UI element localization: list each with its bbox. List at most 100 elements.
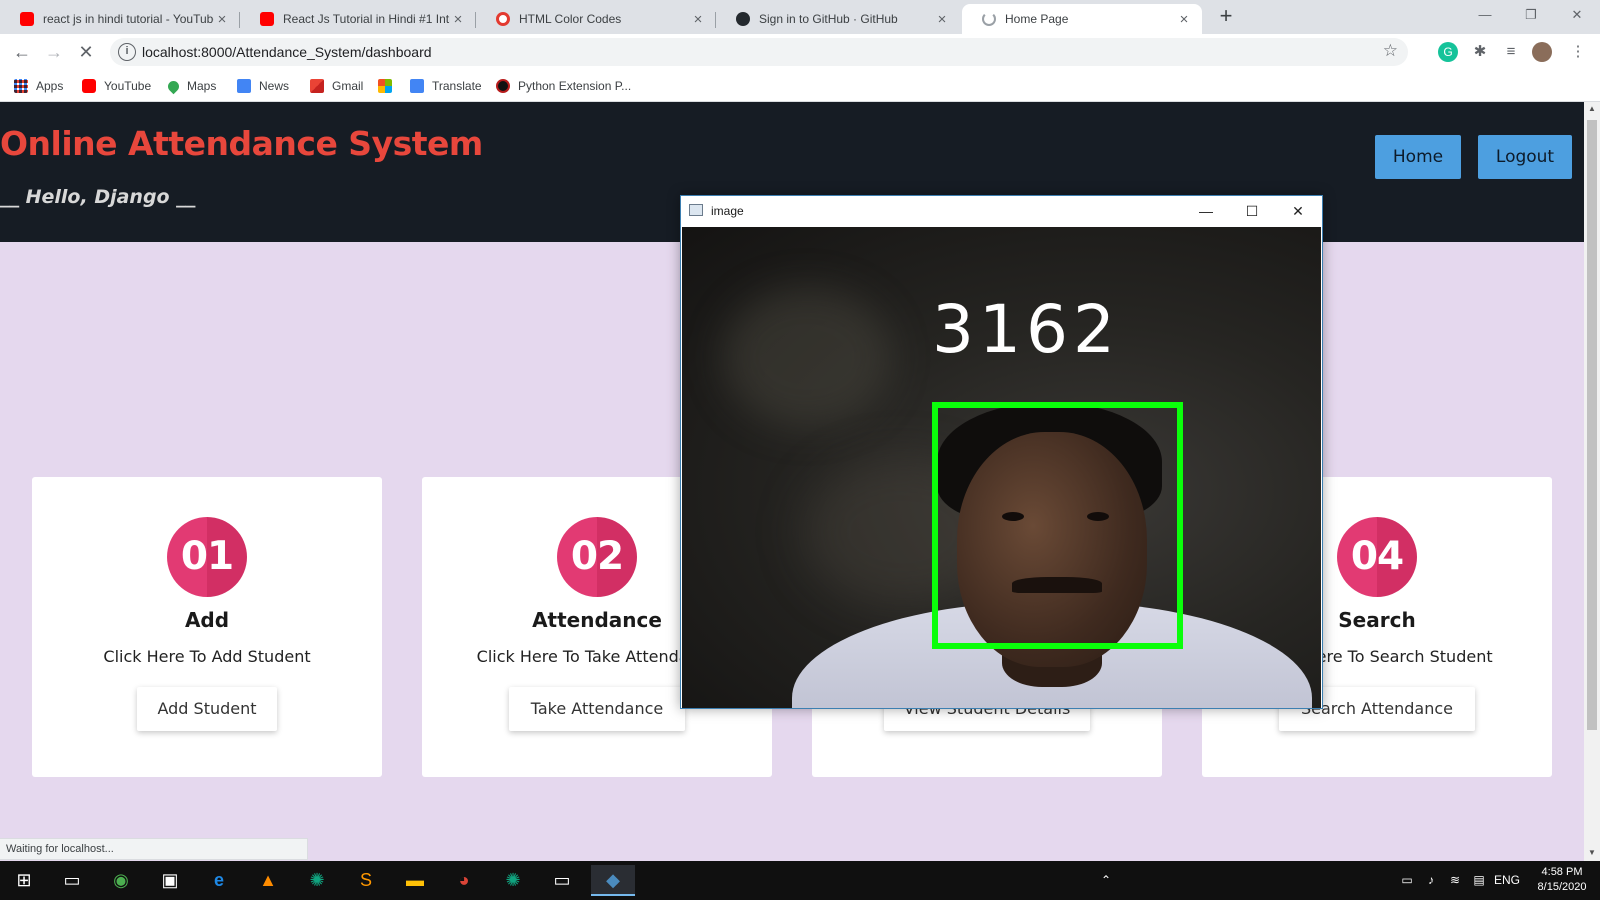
home-button[interactable]: Home [1375, 135, 1461, 179]
bookmark-label: Apps [36, 79, 64, 93]
bookmarks-bar: Apps YouTube Maps News Gmail Translate P… [0, 70, 1600, 102]
add-student-button[interactable]: Add Student [137, 687, 277, 731]
sublime-text-icon[interactable]: S [344, 865, 388, 896]
window-titlebar[interactable]: image — ☐ ✕ [681, 196, 1322, 226]
card-number-badge: 01 [167, 517, 247, 597]
extensions-puzzle-icon[interactable]: ✱ [1470, 42, 1490, 62]
youtube-icon [20, 12, 34, 26]
windows-start-icon[interactable]: ⊞ [2, 865, 46, 896]
webcam-frame: 3162 [682, 227, 1321, 708]
scroll-up-arrow-icon[interactable]: ▲ [1584, 104, 1600, 113]
url-text[interactable]: localhost:8000/Attendance_System/dashboa… [142, 44, 432, 60]
file-explorer-icon[interactable]: ▬ [393, 865, 437, 896]
profile-avatar-icon[interactable] [1532, 42, 1552, 62]
news-icon [237, 79, 251, 93]
store-icon[interactable]: ▣ [148, 865, 192, 896]
bookmark-gmail[interactable]: Gmail [310, 76, 363, 96]
close-tab-icon[interactable]: × [1176, 11, 1192, 28]
back-arrow-icon[interactable]: ← [8, 38, 36, 66]
screen: { "browser": { "tabs": [ {"title": "reac… [0, 0, 1600, 900]
apps-grid-icon [14, 79, 28, 93]
menu-kebab-icon[interactable]: ⋮ [1568, 42, 1588, 62]
bookmark-translate[interactable]: Translate [410, 76, 482, 96]
opera-icon [496, 12, 510, 26]
browser-tab[interactable]: HTML Color Codes × [476, 4, 716, 34]
card-title: Add [184, 608, 230, 632]
bookmark-news[interactable]: News [237, 76, 289, 96]
close-tab-icon[interactable]: × [450, 11, 466, 28]
wifi-icon[interactable]: ≋ [1444, 861, 1466, 900]
maps-app-icon[interactable]: ◉ [99, 865, 143, 896]
stop-loading-icon[interactable]: ✕ [72, 38, 100, 66]
browser-tab[interactable]: Sign in to GitHub · GitHub × [716, 4, 960, 34]
volume-icon[interactable]: ♪ [1420, 861, 1442, 900]
browser-tab[interactable]: React Js Tutorial in Hindi #1 Intro × [240, 4, 476, 34]
close-tab-icon[interactable]: × [690, 11, 706, 28]
edge-icon[interactable]: e [197, 865, 241, 896]
minimize-window-icon[interactable]: — [1462, 0, 1508, 30]
site-info-icon[interactable]: i [118, 43, 136, 61]
gmail-icon [310, 79, 324, 93]
scroll-down-arrow-icon[interactable]: ▼ [1584, 848, 1600, 857]
tab-title: HTML Color Codes [519, 12, 622, 26]
opencv-image-window[interactable]: image — ☐ ✕ 3162 [680, 195, 1323, 709]
python-icon[interactable]: ◆ [591, 865, 635, 896]
take-attendance-button[interactable]: Take Attendance [509, 687, 685, 731]
system-clock[interactable]: 4:58 PM 8/15/2020 [1524, 865, 1600, 895]
media-queue-icon[interactable]: ≡ [1501, 42, 1521, 62]
card-number-badge: 04 [1337, 517, 1417, 597]
chatgpt-app-icon[interactable]: ✺ [295, 865, 339, 896]
bookmark-star-icon[interactable]: ☆ [1383, 41, 1398, 61]
clock-date: 8/15/2020 [1537, 881, 1587, 893]
browser-toolbar: ← → ✕ i localhost:8000/Attendance_System… [0, 34, 1600, 70]
vlc-icon[interactable]: ▲ [246, 865, 290, 896]
card-description: Click Here To Add Student [103, 647, 311, 666]
browser-tab-active[interactable]: Home Page × [962, 4, 1202, 34]
greeting-text: __ Hello, Django __ [0, 186, 196, 208]
tab-strip: react js in hindi tutorial - YouTube × R… [0, 0, 1600, 34]
clock-time: 4:58 PM [1541, 866, 1583, 878]
address-bar[interactable]: i localhost:8000/Attendance_System/dashb… [110, 38, 1408, 66]
task-view-icon[interactable]: ▭ [50, 865, 94, 896]
terminal-icon[interactable]: ▭ [540, 865, 584, 896]
translate-icon [410, 79, 424, 93]
window-app-icon [689, 204, 703, 216]
chrome-icon[interactable]: ◕ [442, 865, 486, 896]
card-add: 01 Add Click Here To Add Student Add Stu… [32, 477, 382, 777]
close-tab-icon[interactable]: × [934, 11, 950, 28]
forward-arrow-icon[interactable]: → [40, 38, 68, 66]
tab-title: Sign in to GitHub · GitHub [759, 12, 898, 26]
bookmark-label: Gmail [332, 79, 364, 93]
taskbar-overflow-icon[interactable]: ⌃ [1096, 861, 1116, 900]
minimize-icon[interactable]: — [1183, 196, 1229, 226]
close-tab-icon[interactable]: × [214, 11, 230, 28]
notifications-icon[interactable]: ▤ [1468, 861, 1490, 900]
bookmark-maps[interactable]: Maps [165, 76, 216, 96]
background-wall [722, 287, 892, 427]
bookmark-youtube[interactable]: YouTube [82, 76, 151, 96]
close-icon[interactable]: ✕ [1275, 196, 1321, 226]
windows-taskbar: ⊞ ▭ ◉ ▣ e ▲ ✺ S ▬ ◕ ✺ ▭ ◆ ⌃ ▭ ♪ ≋ ▤ ENG … [0, 861, 1600, 900]
tab-title: React Js Tutorial in Hindi #1 Intro [283, 12, 450, 26]
logout-button[interactable]: Logout [1478, 135, 1572, 179]
input-language[interactable]: ENG [1492, 861, 1522, 900]
new-tab-button[interactable]: + [1214, 5, 1238, 29]
restore-window-icon[interactable]: ❐ [1508, 0, 1554, 30]
battery-icon[interactable]: ▭ [1396, 861, 1418, 900]
recognized-id-label: 3162 [932, 291, 1120, 368]
youtube-icon [260, 12, 274, 26]
bookmark-label: Translate [432, 79, 482, 93]
close-window-icon[interactable]: ✕ [1554, 0, 1600, 30]
vertical-scrollbar[interactable]: ▲ ▼ [1584, 102, 1600, 861]
scrollbar-thumb[interactable] [1587, 120, 1597, 730]
loading-spinner-icon [982, 12, 996, 26]
bookmark-microsoft[interactable] [378, 76, 400, 96]
bookmark-apps[interactable]: Apps [14, 76, 63, 96]
chatgpt-app-icon[interactable]: ✺ [491, 865, 535, 896]
browser-tab[interactable]: react js in hindi tutorial - YouTube × [0, 4, 240, 34]
site-title[interactable]: Online Attendance System [0, 124, 483, 163]
bookmark-python-extension[interactable]: Python Extension P... [496, 76, 631, 96]
maximize-icon[interactable]: ☐ [1229, 196, 1275, 226]
face-detection-box [932, 402, 1183, 649]
grammarly-icon[interactable]: G [1438, 42, 1458, 62]
